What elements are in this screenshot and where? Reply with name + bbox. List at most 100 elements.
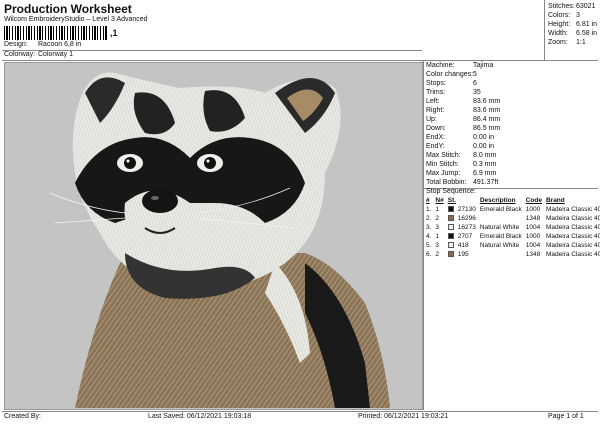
stat-value: 63021: [576, 3, 596, 10]
col-header: St.: [447, 197, 457, 204]
machine-info-value: 8.0 mm: [473, 152, 497, 159]
col-header: Description: [479, 197, 516, 204]
printed-date: Printed: 06/12/2021 19:03:21: [358, 413, 449, 420]
stat-label: Height:: [548, 21, 571, 28]
row-num: 3.: [426, 224, 432, 231]
color-swatch: [447, 224, 454, 231]
color-swatch: [447, 206, 454, 213]
table-row: 6. 2 195 1348 Madeira Classic 40: [425, 250, 600, 259]
thread-brand: Madeira Classic 40: [545, 242, 600, 249]
color-swatch: [447, 251, 454, 258]
color-swatch: [447, 233, 454, 240]
design-value: Racoon 6,8 in: [38, 41, 82, 48]
thread-description: Emerald Black: [479, 233, 522, 240]
machine-info-value: 83.6 mm: [473, 98, 501, 105]
last-saved: Last Saved: 06/12/2021 19:03:18: [148, 413, 252, 420]
stitch-count: 195: [457, 251, 469, 258]
machine-info-label: EndX:: [426, 134, 446, 141]
stat-label: Width:: [548, 30, 568, 37]
col-header: #: [426, 197, 430, 204]
machine-info-label: Right:: [426, 107, 445, 114]
needle-num: 2: [435, 251, 440, 258]
machine-info-value: 491.37ft: [473, 179, 499, 186]
thread-description: [479, 250, 525, 259]
design-label: Design:: [4, 41, 28, 48]
thread-code: 1004: [525, 242, 541, 249]
thread-code: 1000: [525, 206, 541, 213]
machine-info-label: Left:: [426, 98, 440, 105]
color-swatch-cell: [447, 232, 457, 241]
needle-num: 3: [435, 224, 440, 231]
machine-info-label: Max Jump:: [426, 170, 461, 177]
machine-info-label: Stops:: [426, 80, 446, 87]
machine-info-value: 6: [473, 80, 477, 87]
raccoon-embroidery-image: [49, 72, 390, 408]
needle-num: 3: [435, 242, 440, 249]
stat-label: Colors:: [548, 12, 571, 19]
machine-info-value: 5: [473, 71, 477, 78]
machine-info-value: 6.9 mm: [473, 170, 497, 177]
color-swatch-cell: [447, 241, 457, 250]
color-swatch-cell: [447, 205, 457, 214]
worksheet-title: Production Worksheet: [4, 2, 132, 16]
machine-info-value: 0.3 mm: [473, 161, 497, 168]
machine-info-label: Total Bobbin:: [426, 179, 467, 186]
thread-brand: Madeira Classic 40: [545, 251, 600, 258]
design-preview: [4, 62, 423, 410]
thread-code: 1348: [525, 215, 541, 222]
stitch-count: 418: [457, 242, 469, 249]
thread-description: Emerald Black: [479, 206, 522, 213]
table-row: 5. 3 418 Natural White 1004 Madeira Clas…: [425, 241, 600, 250]
machine-info-value: 86.4 mm: [473, 116, 501, 123]
row-num: 4.: [426, 233, 432, 240]
barcode: [4, 26, 108, 40]
col-header: Brand: [545, 197, 565, 204]
stop-sequence-table: # N# St. Description Code Brand 1. 1 271…: [425, 196, 600, 259]
stat-value: 1:1: [576, 39, 586, 46]
thread-brand: Madeira Classic 40: [545, 233, 600, 240]
stat-value: 3: [576, 12, 580, 19]
needle-num: 1: [435, 206, 440, 213]
machine-info-value: Tajima: [473, 62, 494, 69]
thread-code: 1348: [525, 251, 541, 258]
machine-info-label: Max Stitch:: [426, 152, 461, 159]
machine-info-label: Min Stitch:: [426, 161, 459, 168]
stitch-count: 27130: [457, 206, 476, 213]
machine-info-value: 0.00 in: [473, 134, 495, 141]
machine-info-label: Color changes:: [426, 71, 474, 78]
col-header: N#: [435, 197, 444, 204]
machine-info-value: 0.00 in: [473, 143, 495, 150]
thread-description: [479, 214, 525, 223]
thread-brand: Madeira Classic 40: [545, 215, 600, 222]
row-num: 6.: [426, 251, 432, 258]
table-row: 4. 1 2707 Emerald Black 1000 Madeira Cla…: [425, 232, 600, 241]
machine-info-label: Trims:: [426, 89, 446, 96]
thread-brand: Madeira Classic 40: [545, 224, 600, 231]
colorway-label: Colorway:: [4, 51, 36, 58]
table-row: 2. 2 16296 1348 Madeira Classic 40: [425, 214, 600, 223]
thread-description: Natural White: [479, 224, 520, 231]
machine-info-value: 83.6 mm: [473, 107, 501, 114]
thread-code: 1000: [525, 233, 541, 240]
machine-info-label: Down:: [426, 125, 446, 132]
created-by: Created By:: [4, 413, 41, 420]
needle-num: 2: [435, 215, 440, 222]
table-row: 1. 1 27130 Emerald Black 1000 Madeira Cl…: [425, 205, 600, 214]
table-header-row: # N# St. Description Code Brand: [425, 196, 600, 205]
color-swatch: [447, 242, 454, 249]
thread-description: Natural White: [479, 242, 520, 249]
stat-label: Zoom:: [548, 39, 568, 46]
table-row: 3. 3 16273 Natural White 1004 Madeira Cl…: [425, 223, 600, 232]
row-num: 5.: [426, 242, 432, 249]
machine-info-value: 35: [473, 89, 481, 96]
stitch-count: 2707: [457, 233, 473, 240]
color-swatch-cell: [447, 223, 457, 232]
machine-info-label: Machine:: [426, 62, 455, 69]
machine-info-label: Up:: [426, 116, 437, 123]
color-swatch-cell: [447, 250, 457, 259]
stat-value: 6.58 in: [576, 30, 598, 37]
col-header: Code: [525, 197, 542, 204]
barcode-text: ,1: [110, 28, 118, 38]
colorway-value: Colorway 1: [38, 51, 74, 58]
row-num: 2.: [426, 215, 432, 222]
